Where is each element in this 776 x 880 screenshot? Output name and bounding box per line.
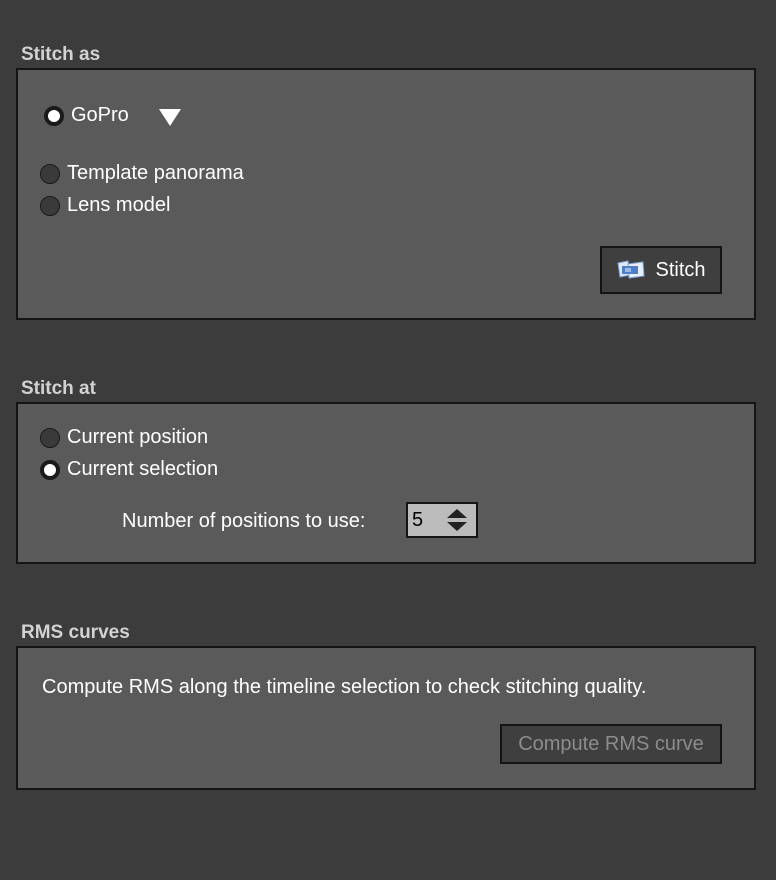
positions-label: Number of positions to use: [122,510,366,532]
radio-gopro[interactable]: GoPro [44,104,129,127]
radio-current-position-label: Current position [67,426,209,448]
radio-gopro-label: GoPro [71,104,129,126]
stitch-at-title: Stitch at [21,378,96,399]
triangle-down-icon[interactable] [159,109,181,126]
radio-current-selection[interactable]: Current selection [40,458,218,481]
rms-curves-title: RMS curves [21,622,130,643]
radio-template-panorama-label: Template panorama [67,162,244,184]
rms-curves-panel: Compute RMS along the timeline selection… [16,646,756,790]
radio-button[interactable] [40,459,60,480]
radio-lens-model[interactable]: Lens model [40,194,170,217]
stitch-at-panel: Current position Current selection Numbe… [16,402,756,564]
panorama-stitch-icon [617,260,646,279]
rms-description: Compute RMS along the timeline selection… [42,676,647,698]
stitch-as-panel: GoPro Template panorama Lens model Stitc… [16,68,756,320]
stitch-as-title: Stitch as [21,44,101,65]
radio-button[interactable] [44,105,64,126]
stepper-arrows-icon[interactable] [444,507,470,533]
radio-button[interactable] [40,195,60,216]
radio-template-panorama[interactable]: Template panorama [40,162,244,185]
positions-stepper[interactable]: 5 [406,502,478,538]
radio-current-position[interactable]: Current position [40,426,208,449]
radio-lens-model-label: Lens model [67,194,171,216]
stitch-button-label: Stitch [655,258,706,281]
radio-current-selection-label: Current selection [67,458,219,480]
positions-value: 5 [412,509,424,531]
compute-rms-curve-button[interactable]: Compute RMS curve [500,724,722,764]
radio-button[interactable] [40,427,60,448]
stitch-button[interactable]: Stitch [600,246,722,294]
radio-button[interactable] [40,163,60,184]
